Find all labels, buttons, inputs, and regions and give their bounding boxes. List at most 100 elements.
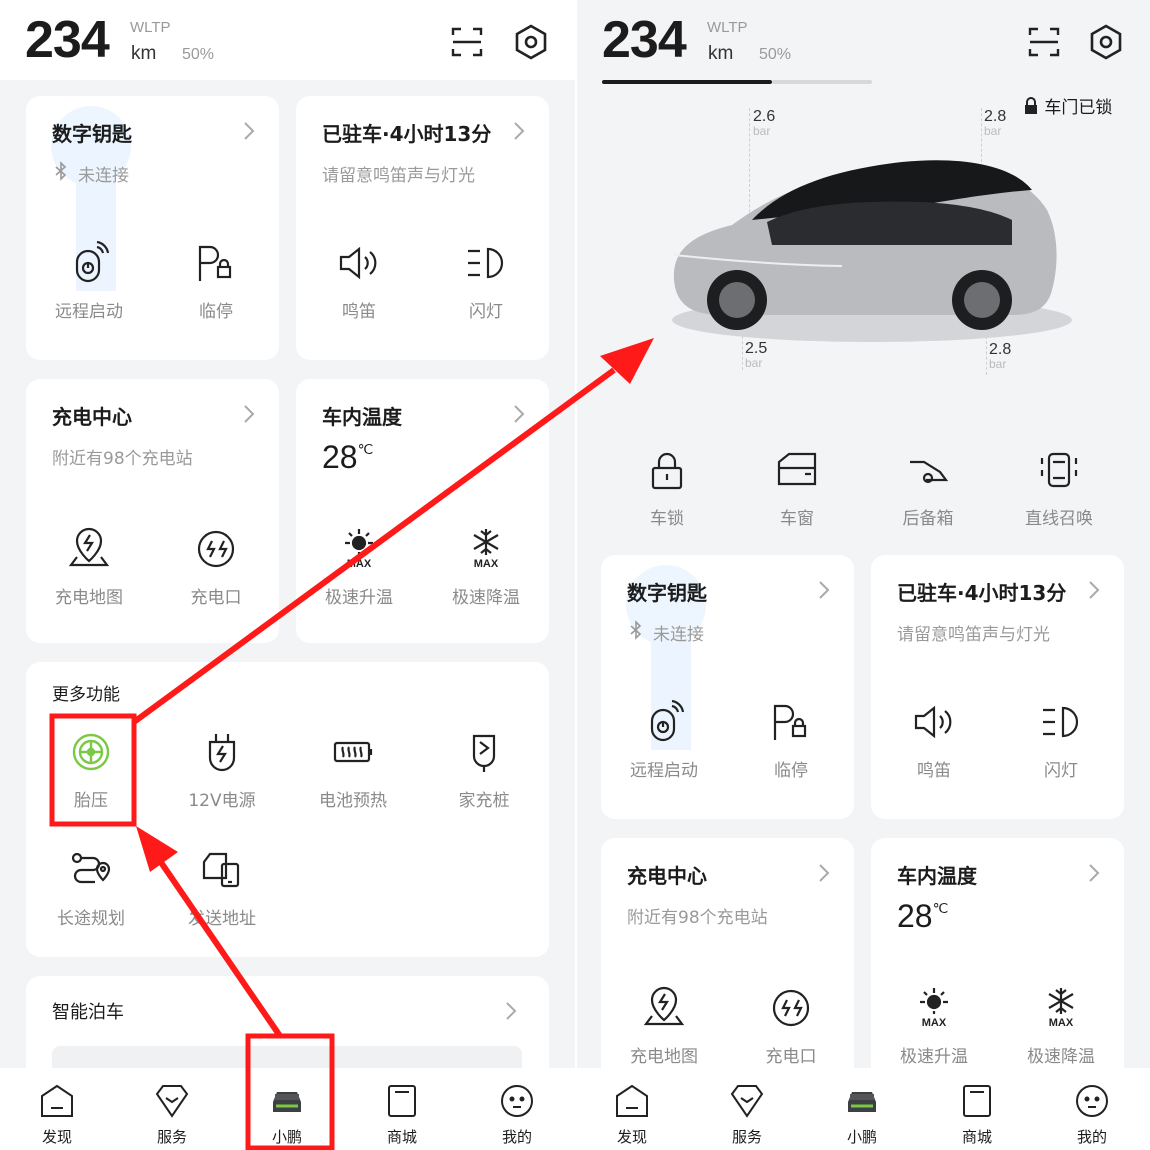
- cabin-temp-card[interactable]: 车内温度 28℃ MAX 极速升温 MAX 极速降温: [296, 379, 549, 643]
- tab-xiaopeng[interactable]: 小鹏: [252, 1082, 322, 1147]
- trip-planning-button[interactable]: 长途规划: [36, 848, 146, 929]
- key-status-text: 未连接: [653, 625, 704, 645]
- max-cool-badge: MAX: [474, 558, 499, 570]
- tire-pressure-button[interactable]: 胎压: [36, 730, 146, 811]
- horn-button[interactable]: 鸣笛: [304, 241, 414, 322]
- chevron-right-icon[interactable]: [1087, 579, 1101, 601]
- max-cool-button[interactable]: MAX 极速降温: [431, 527, 541, 608]
- charge-port-button[interactable]: 充电口: [736, 986, 846, 1067]
- horn-label: 鸣笛: [342, 302, 376, 322]
- charge-port-button[interactable]: 充电口: [161, 527, 271, 608]
- chevron-right-icon[interactable]: [1087, 862, 1101, 884]
- home-charger-icon: [472, 734, 496, 772]
- home-charger-button[interactable]: 家充桩: [429, 730, 539, 811]
- battery-preheat-icon: [333, 741, 373, 763]
- digital-key-title: 数字钥匙: [627, 581, 707, 605]
- charge-map-button[interactable]: 充电地图: [34, 527, 144, 608]
- left-screen: 234 WLTP km 50% 数字钥匙 未连接 远程启动 临停 已驻车·4小时…: [0, 0, 575, 1150]
- temp-park-icon: [198, 245, 232, 281]
- tab-mall[interactable]: 商城: [367, 1082, 437, 1147]
- horn-label: 鸣笛: [917, 761, 951, 781]
- max-heat-button[interactable]: MAX 极速升温: [304, 527, 414, 608]
- settings-icon[interactable]: [1086, 22, 1126, 62]
- charge-port-icon: [197, 530, 235, 568]
- battery-bar: [602, 80, 772, 84]
- charge-map-label: 充电地图: [55, 588, 123, 608]
- temp-park-button[interactable]: 临停: [736, 700, 846, 781]
- max-heat-badge: MAX: [347, 558, 372, 570]
- temp-park-button[interactable]: 临停: [161, 241, 271, 322]
- parked-card[interactable]: 已驻车·4小时13分 请留意鸣笛声与灯光 鸣笛 闪灯: [871, 555, 1124, 819]
- home-charger-label: 家充桩: [458, 791, 510, 811]
- range-unit: km: [131, 43, 157, 64]
- chevron-right-icon[interactable]: [817, 579, 831, 601]
- max-heat-icon: MAX: [920, 988, 948, 1029]
- chevron-right-icon[interactable]: [242, 403, 256, 425]
- scan-icon[interactable]: [447, 22, 487, 62]
- chevron-right-icon[interactable]: [512, 403, 526, 425]
- tab-profile[interactable]: 我的: [482, 1082, 552, 1147]
- door-lock-status: 车门已锁: [1023, 93, 1112, 118]
- charging-card[interactable]: 充电中心 附近有98个充电站 充电地图 充电口: [601, 838, 854, 1102]
- parked-title: 已驻车·4小时13分: [322, 122, 492, 146]
- digital-key-title: 数字钥匙: [52, 122, 132, 146]
- tire-pressure-label: 胎压: [74, 791, 108, 811]
- tab-profile[interactable]: 我的: [1057, 1082, 1127, 1147]
- tab-mall-label: 商城: [386, 1128, 417, 1146]
- chevron-right-icon[interactable]: [504, 1000, 518, 1022]
- horn-button[interactable]: 鸣笛: [879, 700, 989, 781]
- send-address-button[interactable]: 发送地址: [167, 848, 277, 929]
- trunk-label: 后备箱: [902, 509, 954, 529]
- charging-subtitle: 附近有98个充电站: [627, 908, 768, 928]
- charge-map-button[interactable]: 充电地图: [609, 986, 719, 1067]
- trunk-button[interactable]: 后备箱: [873, 448, 983, 529]
- scan-icon[interactable]: [1024, 22, 1064, 62]
- tab-xiaopeng[interactable]: 小鹏: [827, 1082, 897, 1147]
- max-heat-button[interactable]: MAX 极速升温: [879, 986, 989, 1067]
- bluetooth-icon: [55, 161, 67, 181]
- chevron-right-icon[interactable]: [512, 120, 526, 142]
- temp-park-icon: [773, 704, 807, 740]
- charging-card[interactable]: 充电中心 附近有98个充电站 充电地图 充电口: [26, 379, 279, 643]
- car-lock-label: 车锁: [650, 509, 684, 529]
- digital-key-card[interactable]: 数字钥匙 未连接 远程启动 临停: [601, 555, 854, 819]
- range-standard: WLTP: [707, 19, 748, 36]
- tab-discover[interactable]: 发现: [22, 1082, 92, 1147]
- summon-button[interactable]: 直线召唤: [1004, 448, 1114, 529]
- flash-light-button[interactable]: 闪灯: [1006, 700, 1116, 781]
- digital-key-card[interactable]: 数字钥匙 未连接 远程启动 临停: [26, 96, 279, 360]
- flash-light-button[interactable]: 闪灯: [431, 241, 541, 322]
- range-value: 234: [25, 11, 110, 69]
- bluetooth-icon: [630, 620, 642, 640]
- tab-service[interactable]: 服务: [137, 1082, 207, 1147]
- tab-discover-label: 发现: [616, 1128, 647, 1146]
- settings-icon[interactable]: [511, 22, 551, 62]
- car-lock-button[interactable]: 车锁: [612, 448, 722, 529]
- lock-icon: [651, 452, 683, 490]
- 12v-power-button[interactable]: 12V电源: [167, 730, 277, 811]
- parked-card[interactable]: 已驻车·4小时13分 请留意鸣笛声与灯光 鸣笛 闪灯: [296, 96, 549, 360]
- max-heat-icon: MAX: [345, 529, 373, 570]
- max-cool-button[interactable]: MAX 极速降温: [1006, 986, 1116, 1067]
- battery-preheat-button[interactable]: 电池预热: [298, 730, 408, 811]
- remote-start-button[interactable]: 远程启动: [609, 700, 719, 781]
- key-status-text: 未连接: [78, 166, 129, 186]
- more-functions-card: 更多功能 胎压 12V电源 电池预热 家充桩 长途规划 发送地址: [26, 662, 549, 957]
- cabin-temp-card[interactable]: 车内温度 28℃ MAX 极速升温 MAX 极速降温: [871, 838, 1124, 1102]
- tire-rear-left: 2.8 bar: [984, 108, 1006, 138]
- chevron-right-icon[interactable]: [817, 862, 831, 884]
- battery-percent: 50%: [759, 46, 792, 63]
- window-button[interactable]: 车窗: [742, 448, 852, 529]
- max-cool-label: 极速降温: [1027, 1047, 1095, 1067]
- remote-start-button[interactable]: 远程启动: [34, 241, 144, 322]
- tab-mall[interactable]: 商城: [942, 1082, 1012, 1147]
- trunk-icon: [910, 460, 949, 484]
- tab-service[interactable]: 服务: [712, 1082, 782, 1147]
- tab-discover[interactable]: 发现: [597, 1082, 667, 1147]
- right-screen: 234 WLTP km 50% 车门已锁 2.6 bar 2.8 bar 2.5 ba…: [577, 0, 1150, 1150]
- charge-port-label: 充电口: [765, 1047, 817, 1067]
- key-status: 未连接: [627, 620, 704, 645]
- flash-light-label: 闪灯: [1044, 761, 1078, 781]
- chevron-right-icon[interactable]: [242, 120, 256, 142]
- charging-subtitle: 附近有98个充电站: [52, 449, 193, 469]
